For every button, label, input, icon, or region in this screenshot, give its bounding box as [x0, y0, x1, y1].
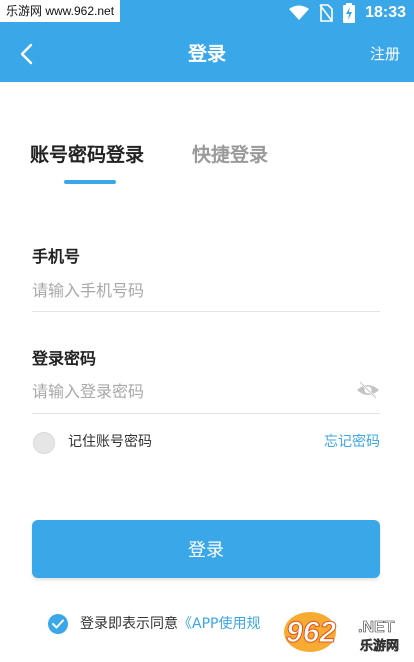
login-button[interactable]: 登录	[32, 520, 380, 578]
eye-hidden-icon[interactable]	[356, 380, 380, 400]
tab-password-login[interactable]: 账号密码登录	[30, 140, 144, 167]
logo-subtext: 乐游网	[360, 638, 399, 654]
status-time: 18:33	[365, 4, 406, 21]
phone-input[interactable]	[32, 270, 378, 310]
no-sim-icon	[319, 4, 333, 22]
logo-number: 962	[286, 616, 336, 649]
agreement-text: 登录即表示同意《APP使用规	[80, 614, 260, 634]
agreement-link[interactable]: 《APP使用规	[178, 616, 260, 632]
site-logo-watermark: 962 .NET 乐游网	[280, 606, 412, 656]
remember-password-label: 记住账号密码	[68, 434, 152, 450]
active-tab-indicator	[64, 180, 116, 184]
wifi-icon	[289, 5, 310, 21]
checkmark-icon	[52, 619, 64, 629]
page-title: 登录	[187, 43, 226, 65]
remember-password-checkbox[interactable]	[33, 432, 55, 454]
register-link[interactable]: 注册	[370, 26, 400, 82]
password-label: 登录密码	[32, 349, 97, 368]
phone-divider	[32, 311, 380, 312]
phone-label: 手机号	[32, 247, 81, 266]
app-header: 登录 注册	[0, 26, 414, 82]
tab-quick-login[interactable]: 快捷登录	[192, 140, 268, 167]
agreement-checkbox[interactable]	[48, 614, 68, 634]
battery-charging-icon	[343, 3, 356, 23]
login-tabs: 账号密码登录 快捷登录	[30, 140, 390, 190]
status-icons: 18:33	[289, 2, 406, 24]
password-divider	[32, 413, 380, 414]
site-watermark: 乐游网 www.962.net	[0, 0, 121, 22]
agreement-prefix: 登录即表示同意	[80, 616, 178, 632]
forgot-password-link[interactable]: 忘记密码	[324, 432, 380, 452]
logo-domain: .NET	[358, 619, 395, 636]
status-bar: 乐游网 www.962.net 18:33	[0, 0, 414, 26]
password-input[interactable]	[32, 371, 348, 411]
